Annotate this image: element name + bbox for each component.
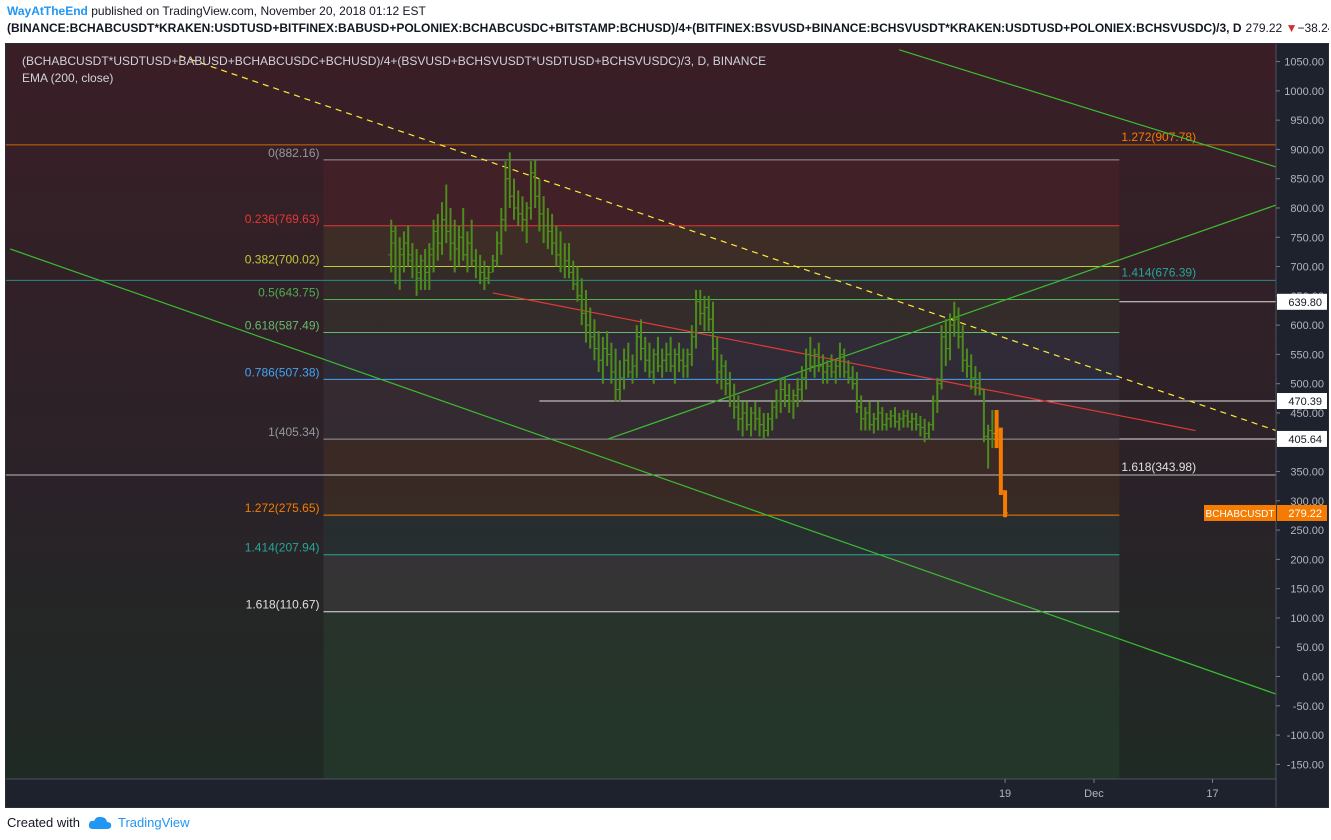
down-arrow-icon: ▼: [1285, 21, 1298, 35]
publish-header: WayAtTheEnd published on TradingView.com…: [7, 4, 426, 20]
y-tick-label: 150.00: [1290, 584, 1324, 596]
symbol-expression: (BINANCE:BCHABCUSDT*KRAKEN:USDTUSD+BITFI…: [7, 21, 1242, 35]
fib-zone: [323, 299, 1120, 333]
fib-level-label: 1.272(275.65): [245, 501, 320, 515]
tradingview-brand-link[interactable]: TradingView: [118, 815, 190, 830]
y-tick-label: 0.00: [1303, 672, 1324, 684]
y-tick-label: 100.00: [1290, 613, 1324, 625]
chart-legend-indicator: EMA (200, close): [22, 71, 114, 85]
y-tick-label: 850.00: [1290, 174, 1324, 186]
tradingview-cloud-icon: [88, 816, 112, 829]
fib-level-label: 0.5(643.75): [258, 285, 319, 299]
header-price: 279.22: [1245, 21, 1283, 35]
fib-level-label: 1(405.34): [268, 425, 319, 439]
chart-legend-symbol: (BCHABCUSDT*USDTUSD+BABUSD+BCHABCUSDC+BC…: [22, 54, 767, 68]
fib-level-label: 0.382(700.02): [245, 253, 320, 267]
x-tick-label: 19: [999, 788, 1011, 800]
x-tick-label: 17: [1206, 788, 1218, 800]
fib-zone: [323, 266, 1120, 300]
chart-pane[interactable]: 1.272(907.78) 1.414(676.39) 1.618(343.98) 0…: [5, 43, 1329, 808]
footer: Created with TradingView: [7, 815, 190, 830]
y-tick-label: -150.00: [1287, 759, 1324, 771]
fib-level-label: 0.786(507.38): [245, 365, 320, 379]
fib-level-label: 1.618(110.67): [246, 598, 320, 612]
fib-level-label: 0.236(769.63): [245, 212, 320, 226]
fib-extension-label: 1.414(676.39): [1121, 265, 1196, 279]
y-tick-label: 450.00: [1290, 408, 1324, 420]
y-tick-label: 1050.00: [1284, 57, 1324, 69]
symbol-header: (BINANCE:BCHABCUSDT*KRAKEN:USDTUSD+BITFI…: [7, 21, 1329, 39]
price-badge-label: 405.64: [1288, 434, 1322, 446]
fib-zone: [323, 515, 1120, 555]
x-tick-label: Dec: [1084, 788, 1104, 800]
fib-zone-lower: [323, 611, 1120, 779]
price-badge-label: 639.80: [1288, 297, 1322, 309]
y-tick-label: 550.00: [1290, 349, 1324, 361]
created-with-text: Created with: [7, 815, 80, 830]
y-tick-label: 200.00: [1290, 554, 1324, 566]
header-change: −38.24 (−1: [1297, 21, 1329, 35]
fib-extension-label: 1.618(343.98): [1121, 460, 1196, 474]
y-tick-label: 600.00: [1290, 320, 1324, 332]
fib-zone: [323, 554, 1120, 612]
fib-extension-label: 1.272(907.78): [1121, 130, 1196, 144]
published-text: published on TradingView.com, November 2…: [91, 4, 426, 18]
y-tick-label: 800.00: [1290, 203, 1324, 215]
y-tick-label: 250.00: [1290, 525, 1324, 537]
y-tick-label: 1000.00: [1284, 86, 1324, 98]
y-tick-label: 900.00: [1290, 144, 1324, 156]
y-tick-label: 950.00: [1290, 115, 1324, 127]
fib-level-label: 0(882.16): [268, 146, 319, 160]
price-badge-label: 470.39: [1288, 396, 1322, 408]
y-tick-label: 500.00: [1290, 379, 1324, 391]
y-tick-label: 700.00: [1290, 262, 1324, 274]
fib-level-label: 0.618(587.49): [245, 318, 320, 332]
fib-level-label: 1.414(207.94): [245, 541, 320, 555]
author-link[interactable]: WayAtTheEnd: [7, 4, 88, 18]
y-tick-label: -100.00: [1287, 730, 1324, 742]
y-tick-label: 350.00: [1290, 467, 1324, 479]
y-tick-label: 750.00: [1290, 232, 1324, 244]
last-price-label: 279.22: [1288, 508, 1322, 520]
y-tick-label: -50.00: [1293, 701, 1324, 713]
price-axis: [1276, 44, 1328, 807]
chart-canvas[interactable]: 1.272(907.78) 1.414(676.39) 1.618(343.98) 0…: [6, 44, 1328, 807]
y-tick-label: 50.00: [1296, 642, 1324, 654]
symbol-tag-label: BCHABCUSDT: [1206, 509, 1275, 520]
